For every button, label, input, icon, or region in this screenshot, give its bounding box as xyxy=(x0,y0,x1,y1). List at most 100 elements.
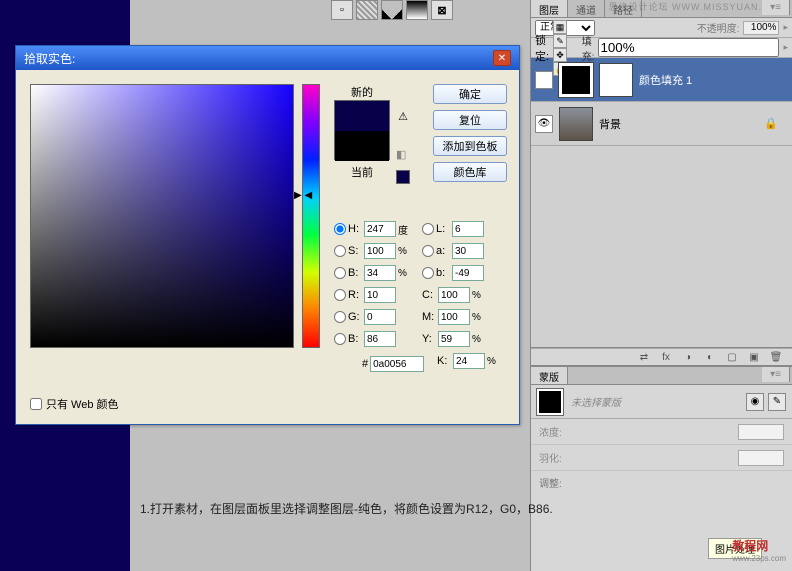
radio-r[interactable] xyxy=(334,289,346,301)
radio-bb[interactable] xyxy=(334,267,346,279)
input-r[interactable] xyxy=(364,287,396,303)
preset-swatch[interactable]: ⊠ xyxy=(431,0,453,20)
mask-panel: 蒙版 ▾≡ 未选择蒙版 ◉ ✎ 浓度: 羽化: 调整: xyxy=(531,366,792,493)
lock-transparent-icon[interactable]: ▦ xyxy=(553,20,567,34)
new-color-label: 新的 xyxy=(334,84,390,100)
vector-mask-icon[interactable]: ✎ xyxy=(768,393,786,411)
link-layers-icon[interactable]: ⇄ xyxy=(636,352,652,363)
watermark-top: 思缘设计论坛 WWW.MISSYUAN.COM xyxy=(609,0,787,13)
radio-h[interactable] xyxy=(334,223,346,235)
layer-toolbar: ⇄ fx ◑ ◐ ▢ ▣ 🗑 xyxy=(531,348,792,366)
web-only-checkbox[interactable]: 只有 Web 颜色 xyxy=(30,396,119,412)
input-g[interactable] xyxy=(364,309,396,325)
input-bb[interactable] xyxy=(364,265,396,281)
input-y[interactable] xyxy=(438,331,470,347)
label-hex: # xyxy=(362,358,368,370)
add-swatch-button[interactable]: 添加到色板 xyxy=(433,136,507,156)
radio-lb[interactable] xyxy=(422,267,434,279)
input-b[interactable] xyxy=(364,331,396,347)
pixel-mask-icon[interactable]: ◉ xyxy=(746,393,764,411)
panel-menu-icon[interactable]: ▾≡ xyxy=(762,367,790,382)
preset-swatch[interactable] xyxy=(356,0,378,20)
group-icon[interactable]: ▢ xyxy=(724,352,740,363)
layer-thumb-image[interactable] xyxy=(559,107,593,141)
input-k[interactable] xyxy=(453,353,485,369)
layer-item-background[interactable]: 👁 背景 🔒 xyxy=(531,102,792,146)
feather-slider[interactable] xyxy=(738,450,784,466)
tutorial-caption: 1.打开素材，在图层面板里选择调整图层-纯色，将颜色设置为R12，G0，B86. xyxy=(140,500,660,517)
input-c[interactable] xyxy=(438,287,470,303)
radio-b[interactable] xyxy=(334,333,346,345)
color-lib-button[interactable]: 颜色库 xyxy=(433,162,507,182)
lock-label: 锁定: xyxy=(535,32,549,64)
tab-layers[interactable]: 图层 xyxy=(531,0,568,17)
web-only-label: 只有 Web 颜色 xyxy=(46,396,119,412)
mask-icon[interactable]: ◑ xyxy=(680,352,696,363)
label-lb: b: xyxy=(436,267,450,279)
label-b: B: xyxy=(348,333,362,345)
visibility-eye-icon[interactable]: 👁 xyxy=(535,115,553,133)
label-y: Y: xyxy=(422,333,436,345)
radio-g[interactable] xyxy=(334,311,346,323)
color-picker-dialog: 拾取实色: ✕ ▶ ◀ 新的 当前 ⚠ ◧ 确定 复位 添加到色板 颜色库 H:… xyxy=(15,45,520,425)
color-field[interactable] xyxy=(30,84,294,348)
radio-s[interactable] xyxy=(334,245,346,257)
websafe-warning-icon[interactable]: ◧ xyxy=(396,148,410,162)
layer-thumb-mask[interactable] xyxy=(599,63,633,97)
hue-slider[interactable] xyxy=(302,84,320,348)
preset-swatch[interactable] xyxy=(381,0,403,20)
radio-l[interactable] xyxy=(422,223,434,235)
layer-name[interactable]: 颜色填充 1 xyxy=(639,72,692,88)
input-a[interactable] xyxy=(452,243,484,259)
preset-swatch[interactable] xyxy=(406,0,428,20)
lock-pixels-icon[interactable]: ✎ xyxy=(553,34,567,48)
input-hex[interactable] xyxy=(370,356,424,372)
preset-swatch[interactable]: ▫ xyxy=(331,0,353,20)
new-color-swatch xyxy=(335,101,389,131)
label-s: S: xyxy=(348,245,362,257)
opacity-label: 不透明度: xyxy=(697,20,740,35)
dialog-titlebar[interactable]: 拾取实色: ✕ xyxy=(16,46,519,70)
input-s[interactable] xyxy=(364,243,396,259)
label-m: M: xyxy=(422,311,436,323)
dialog-title: 拾取实色: xyxy=(24,50,493,67)
label-bb: B: xyxy=(348,267,362,279)
fx-icon[interactable]: fx xyxy=(658,352,674,363)
adjustment-icon[interactable]: ◐ xyxy=(702,352,718,363)
label-k: K: xyxy=(437,355,451,367)
panel-menu-icon[interactable]: ▾≡ xyxy=(762,0,790,15)
mask-thumb[interactable] xyxy=(537,389,563,415)
gamut-warning-icon[interactable]: ⚠ xyxy=(396,110,410,124)
label-g: G: xyxy=(348,311,362,323)
opacity-input[interactable] xyxy=(743,21,779,35)
layer-thumb-fill[interactable] xyxy=(559,63,593,97)
lock-position-icon[interactable]: ✥ xyxy=(553,48,567,62)
input-l[interactable] xyxy=(452,221,484,237)
chevron-icon[interactable]: ▸ xyxy=(783,42,788,53)
radio-a[interactable] xyxy=(422,245,434,257)
ok-button[interactable]: 确定 xyxy=(433,84,507,104)
input-h[interactable] xyxy=(364,221,396,237)
input-m[interactable] xyxy=(438,309,470,325)
hue-indicator: ▶ ◀ xyxy=(294,190,312,201)
web-only-input[interactable] xyxy=(30,398,42,410)
color-preview xyxy=(334,100,390,160)
adjust-label: 调整: xyxy=(539,475,562,490)
current-color-label: 当前 xyxy=(334,164,390,180)
layer-item-colorfill[interactable]: 👁 颜色填充 1 xyxy=(531,58,792,102)
tab-mask[interactable]: 蒙版 xyxy=(531,367,568,384)
layer-name[interactable]: 背景 xyxy=(599,116,621,132)
current-color-swatch[interactable] xyxy=(335,131,389,161)
fill-input[interactable] xyxy=(598,38,779,57)
chevron-icon[interactable]: ▸ xyxy=(783,22,788,33)
site-logo: 教程网 www.23ps.com xyxy=(732,537,786,563)
new-layer-icon[interactable]: ▣ xyxy=(746,352,762,363)
close-icon[interactable]: ✕ xyxy=(493,50,511,66)
visibility-eye-icon[interactable]: 👁 xyxy=(535,71,553,89)
input-lb[interactable] xyxy=(452,265,484,281)
reset-button[interactable]: 复位 xyxy=(433,110,507,130)
tab-channels[interactable]: 通道 xyxy=(568,0,605,17)
density-slider[interactable] xyxy=(738,424,784,440)
trash-icon[interactable]: 🗑 xyxy=(768,352,784,363)
websafe-swatch[interactable] xyxy=(396,170,410,184)
